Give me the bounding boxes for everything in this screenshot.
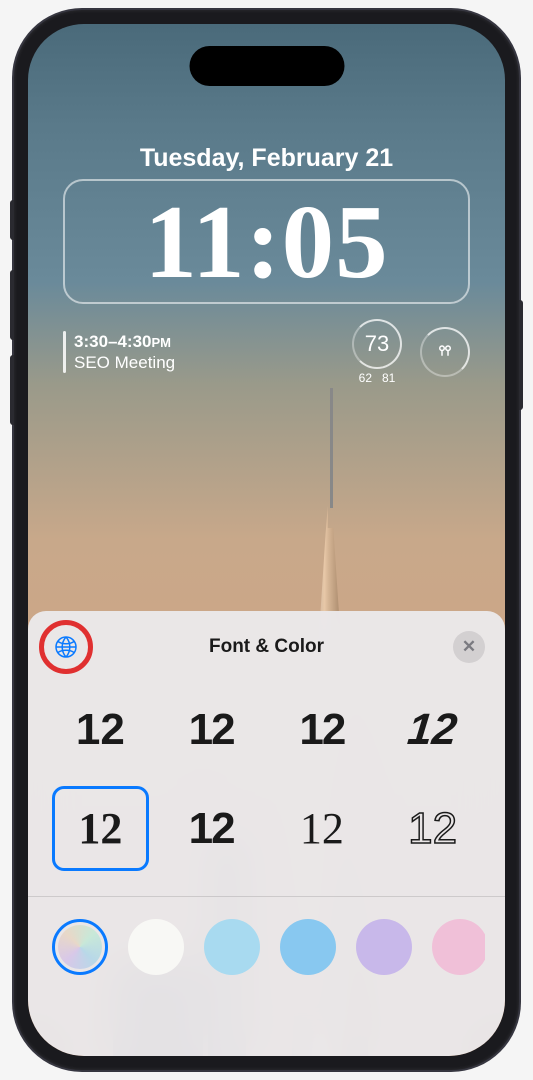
color-row [48,919,485,975]
close-button[interactable]: ✕ [453,631,485,663]
globe-button[interactable] [48,629,84,665]
font-grid: 1212121212121212 [48,687,485,871]
event-text: 3:30–4:30PM SEO Meeting [74,331,175,374]
lock-screen-time-box[interactable]: 11:05 [63,179,470,304]
panel-header: Font & Color ✕ [48,629,485,665]
font-option-5[interactable]: 12 [52,786,149,871]
temp-current: 73 [352,319,402,369]
lock-screen-date[interactable]: Tuesday, February 21 [28,144,505,173]
calendar-widget[interactable]: 3:30–4:30PM SEO Meeting [63,331,175,374]
font-option-6[interactable]: 12 [163,786,260,871]
decor-antenna [330,388,333,508]
color-swatch-5[interactable] [356,919,412,975]
lock-screen-time: 11:05 [144,181,388,302]
battery-widget[interactable] [420,327,470,377]
font-color-panel: Font & Color ✕ 1212121212121212 [28,611,505,1056]
color-swatch-4[interactable] [280,919,336,975]
panel-title: Font & Color [209,636,324,658]
font-option-1[interactable]: 12 [52,687,149,772]
color-swatch-3[interactable] [204,919,260,975]
color-swatch-2[interactable] [128,919,184,975]
event-time: 3:30–4:30PM [74,331,175,352]
font-option-7[interactable]: 12 [274,786,371,871]
close-icon: ✕ [462,637,476,657]
event-bar [63,331,66,373]
weather-widget[interactable]: 73 6281 [352,319,402,385]
temp-range: 6281 [359,371,396,385]
color-swatch-6[interactable] [432,919,485,975]
color-swatch-1[interactable] [52,919,108,975]
dynamic-island [189,46,344,86]
event-title: SEO Meeting [74,352,175,373]
lock-screen: Tuesday, February 21 11:05 3:30–4:30PM S… [28,24,505,1056]
font-option-4[interactable]: 12 [380,687,486,772]
font-option-8[interactable]: 12 [384,786,481,871]
font-option-2[interactable]: 12 [163,687,260,772]
annotation-circle [39,620,93,674]
phone-frame: Tuesday, February 21 11:05 3:30–4:30PM S… [14,10,519,1070]
power-button [519,300,523,410]
widget-row[interactable]: 3:30–4:30PM SEO Meeting 73 6281 [63,319,470,385]
divider [28,896,505,897]
side-button [10,200,14,240]
airpods-icon [436,343,454,361]
font-option-3[interactable]: 12 [274,687,371,772]
